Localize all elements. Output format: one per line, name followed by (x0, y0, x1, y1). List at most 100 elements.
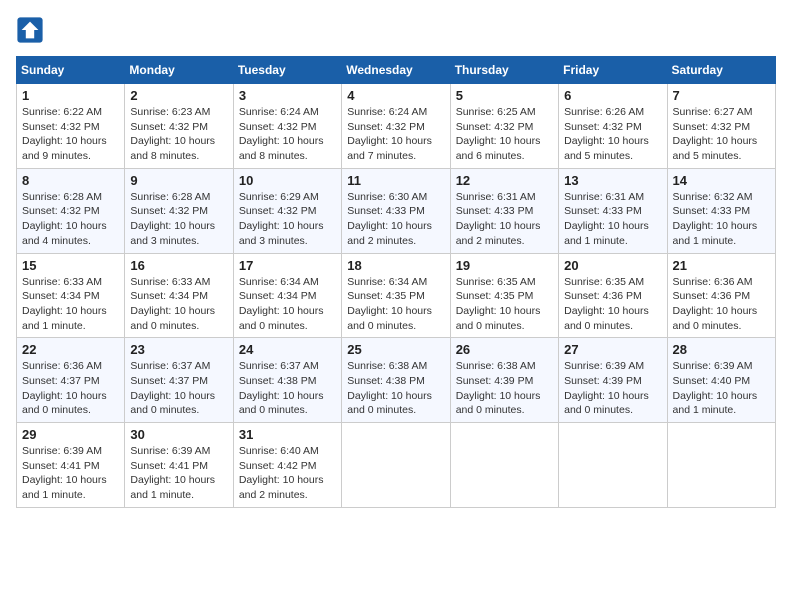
day-info: Sunrise: 6:36 AM Sunset: 4:36 PM Dayligh… (673, 275, 770, 334)
day-info: Sunrise: 6:39 AM Sunset: 4:40 PM Dayligh… (673, 359, 770, 418)
day-number: 25 (347, 342, 444, 357)
day-number: 16 (130, 258, 227, 273)
day-info: Sunrise: 6:34 AM Sunset: 4:34 PM Dayligh… (239, 275, 336, 334)
calendar-cell (667, 423, 775, 508)
calendar-cell: 30 Sunrise: 6:39 AM Sunset: 4:41 PM Dayli… (125, 423, 233, 508)
calendar-cell: 25 Sunrise: 6:38 AM Sunset: 4:38 PM Dayli… (342, 338, 450, 423)
day-header-tuesday: Tuesday (233, 57, 341, 84)
page-header (16, 16, 776, 44)
calendar-header-row: SundayMondayTuesdayWednesdayThursdayFrid… (17, 57, 776, 84)
day-number: 13 (564, 173, 661, 188)
day-number: 22 (22, 342, 119, 357)
day-number: 5 (456, 88, 553, 103)
calendar-cell (559, 423, 667, 508)
day-number: 14 (673, 173, 770, 188)
calendar-week-3: 15 Sunrise: 6:33 AM Sunset: 4:34 PM Dayli… (17, 253, 776, 338)
day-number: 17 (239, 258, 336, 273)
day-info: Sunrise: 6:28 AM Sunset: 4:32 PM Dayligh… (22, 190, 119, 249)
day-header-monday: Monday (125, 57, 233, 84)
calendar-cell: 18 Sunrise: 6:34 AM Sunset: 4:35 PM Dayli… (342, 253, 450, 338)
day-number: 7 (673, 88, 770, 103)
calendar-cell: 9 Sunrise: 6:28 AM Sunset: 4:32 PM Daylig… (125, 168, 233, 253)
calendar-cell: 27 Sunrise: 6:39 AM Sunset: 4:39 PM Dayli… (559, 338, 667, 423)
day-info: Sunrise: 6:26 AM Sunset: 4:32 PM Dayligh… (564, 105, 661, 164)
calendar-week-2: 8 Sunrise: 6:28 AM Sunset: 4:32 PM Daylig… (17, 168, 776, 253)
calendar-week-1: 1Sunrise: 6:22 AM Sunset: 4:32 PM Daylig… (17, 84, 776, 169)
day-info: Sunrise: 6:33 AM Sunset: 4:34 PM Dayligh… (130, 275, 227, 334)
day-info: Sunrise: 6:31 AM Sunset: 4:33 PM Dayligh… (456, 190, 553, 249)
day-info: Sunrise: 6:36 AM Sunset: 4:37 PM Dayligh… (22, 359, 119, 418)
day-number: 26 (456, 342, 553, 357)
day-number: 18 (347, 258, 444, 273)
day-number: 15 (22, 258, 119, 273)
day-info: Sunrise: 6:25 AM Sunset: 4:32 PM Dayligh… (456, 105, 553, 164)
calendar-cell: 23 Sunrise: 6:37 AM Sunset: 4:37 PM Dayli… (125, 338, 233, 423)
calendar-cell: 16 Sunrise: 6:33 AM Sunset: 4:34 PM Dayli… (125, 253, 233, 338)
calendar-cell (342, 423, 450, 508)
calendar-cell: 17 Sunrise: 6:34 AM Sunset: 4:34 PM Dayli… (233, 253, 341, 338)
day-info: Sunrise: 6:37 AM Sunset: 4:38 PM Dayligh… (239, 359, 336, 418)
calendar-cell: 19 Sunrise: 6:35 AM Sunset: 4:35 PM Dayli… (450, 253, 558, 338)
calendar-cell: 29Sunrise: 6:39 AM Sunset: 4:41 PM Dayli… (17, 423, 125, 508)
day-number: 11 (347, 173, 444, 188)
logo (16, 16, 48, 44)
calendar-cell: 7 Sunrise: 6:27 AM Sunset: 4:32 PM Daylig… (667, 84, 775, 169)
day-info: Sunrise: 6:35 AM Sunset: 4:35 PM Dayligh… (456, 275, 553, 334)
day-info: Sunrise: 6:37 AM Sunset: 4:37 PM Dayligh… (130, 359, 227, 418)
day-number: 2 (130, 88, 227, 103)
calendar-cell: 21 Sunrise: 6:36 AM Sunset: 4:36 PM Dayli… (667, 253, 775, 338)
day-number: 12 (456, 173, 553, 188)
day-number: 20 (564, 258, 661, 273)
calendar-cell: 3Sunrise: 6:24 AM Sunset: 4:32 PM Daylig… (233, 84, 341, 169)
calendar-cell: 6Sunrise: 6:26 AM Sunset: 4:32 PM Daylig… (559, 84, 667, 169)
day-number: 3 (239, 88, 336, 103)
day-number: 31 (239, 427, 336, 442)
calendar-week-4: 22 Sunrise: 6:36 AM Sunset: 4:37 PM Dayli… (17, 338, 776, 423)
calendar-cell: 5 Sunrise: 6:25 AM Sunset: 4:32 PM Daylig… (450, 84, 558, 169)
day-info: Sunrise: 6:39 AM Sunset: 4:39 PM Dayligh… (564, 359, 661, 418)
calendar-cell (450, 423, 558, 508)
calendar-cell: 1Sunrise: 6:22 AM Sunset: 4:32 PM Daylig… (17, 84, 125, 169)
day-info: Sunrise: 6:27 AM Sunset: 4:32 PM Dayligh… (673, 105, 770, 164)
day-info: Sunrise: 6:39 AM Sunset: 4:41 PM Dayligh… (130, 444, 227, 503)
day-number: 21 (673, 258, 770, 273)
day-number: 9 (130, 173, 227, 188)
day-info: Sunrise: 6:28 AM Sunset: 4:32 PM Dayligh… (130, 190, 227, 249)
day-number: 23 (130, 342, 227, 357)
day-info: Sunrise: 6:38 AM Sunset: 4:39 PM Dayligh… (456, 359, 553, 418)
calendar-cell: 4 Sunrise: 6:24 AM Sunset: 4:32 PM Daylig… (342, 84, 450, 169)
calendar-cell: 13 Sunrise: 6:31 AM Sunset: 4:33 PM Dayli… (559, 168, 667, 253)
day-info: Sunrise: 6:33 AM Sunset: 4:34 PM Dayligh… (22, 275, 119, 334)
day-info: Sunrise: 6:23 AM Sunset: 4:32 PM Dayligh… (130, 105, 227, 164)
day-info: Sunrise: 6:34 AM Sunset: 4:35 PM Dayligh… (347, 275, 444, 334)
calendar-cell: 11 Sunrise: 6:30 AM Sunset: 4:33 PM Dayli… (342, 168, 450, 253)
day-info: Sunrise: 6:31 AM Sunset: 4:33 PM Dayligh… (564, 190, 661, 249)
calendar-cell: 10Sunrise: 6:29 AM Sunset: 4:32 PM Dayli… (233, 168, 341, 253)
day-info: Sunrise: 6:30 AM Sunset: 4:33 PM Dayligh… (347, 190, 444, 249)
day-number: 4 (347, 88, 444, 103)
calendar-cell: 14 Sunrise: 6:32 AM Sunset: 4:33 PM Dayli… (667, 168, 775, 253)
day-number: 24 (239, 342, 336, 357)
day-number: 28 (673, 342, 770, 357)
logo-icon (16, 16, 44, 44)
day-info: Sunrise: 6:38 AM Sunset: 4:38 PM Dayligh… (347, 359, 444, 418)
day-header-wednesday: Wednesday (342, 57, 450, 84)
calendar-cell: 31 Sunrise: 6:40 AM Sunset: 4:42 PM Dayli… (233, 423, 341, 508)
calendar-week-5: 29Sunrise: 6:39 AM Sunset: 4:41 PM Dayli… (17, 423, 776, 508)
calendar-cell: 20Sunrise: 6:35 AM Sunset: 4:36 PM Dayli… (559, 253, 667, 338)
day-number: 10 (239, 173, 336, 188)
day-info: Sunrise: 6:40 AM Sunset: 4:42 PM Dayligh… (239, 444, 336, 503)
day-info: Sunrise: 6:32 AM Sunset: 4:33 PM Dayligh… (673, 190, 770, 249)
day-number: 8 (22, 173, 119, 188)
day-info: Sunrise: 6:39 AM Sunset: 4:41 PM Dayligh… (22, 444, 119, 503)
calendar-cell: 8 Sunrise: 6:28 AM Sunset: 4:32 PM Daylig… (17, 168, 125, 253)
day-number: 27 (564, 342, 661, 357)
day-header-thursday: Thursday (450, 57, 558, 84)
day-number: 19 (456, 258, 553, 273)
day-info: Sunrise: 6:24 AM Sunset: 4:32 PM Dayligh… (347, 105, 444, 164)
day-header-friday: Friday (559, 57, 667, 84)
calendar-cell: 24 Sunrise: 6:37 AM Sunset: 4:38 PM Dayli… (233, 338, 341, 423)
calendar-cell: 28 Sunrise: 6:39 AM Sunset: 4:40 PM Dayli… (667, 338, 775, 423)
day-number: 30 (130, 427, 227, 442)
day-header-saturday: Saturday (667, 57, 775, 84)
